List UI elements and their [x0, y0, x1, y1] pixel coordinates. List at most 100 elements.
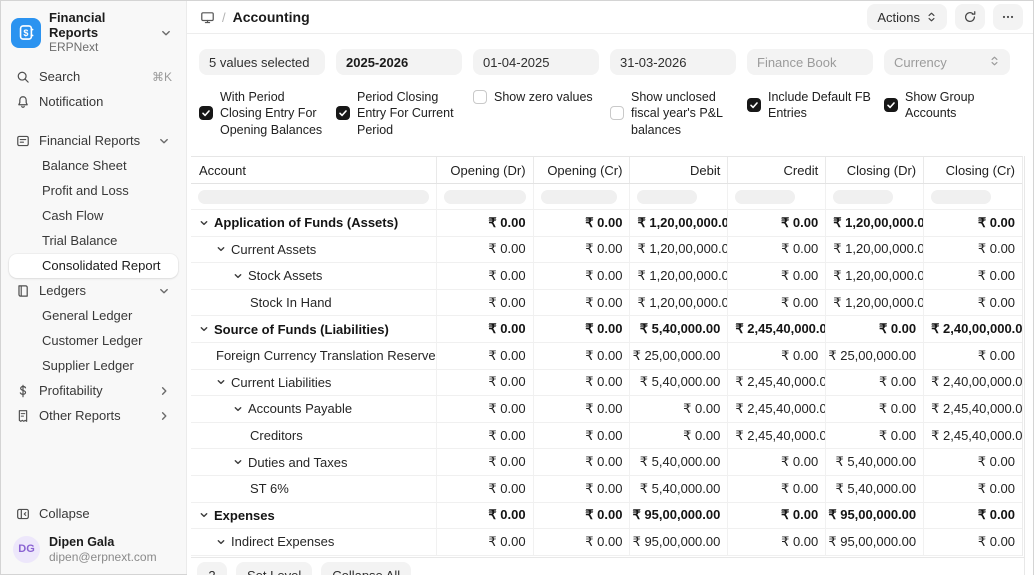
value-cell[interactable]: ₹ 95,00,000.00: [825, 502, 923, 529]
checkbox-with-period-closing-entry-for-opening-balances[interactable]: With Period Closing Entry For Opening Ba…: [199, 89, 325, 138]
value-cell[interactable]: ₹ 0.00: [825, 422, 923, 449]
value-cell[interactable]: ₹ 0.00: [629, 422, 727, 449]
value-cell[interactable]: ₹ 95,00,000.00: [629, 529, 727, 555]
value-cell[interactable]: ₹ 25,00,000.00: [629, 342, 727, 369]
value-cell[interactable]: ₹ 0.00: [923, 289, 1022, 316]
value-cell[interactable]: ₹ 5,40,000.00: [629, 369, 727, 396]
value-cell[interactable]: ₹ 0.00: [727, 236, 825, 263]
value-cell[interactable]: ₹ 1,20,00,000.0: [825, 210, 923, 236]
value-cell[interactable]: ₹ 2,40,00,000.0: [923, 369, 1022, 396]
table-row[interactable]: Current Assets ₹ 0.00 ₹ 0.00 ₹ 1,20,00,000.…: [191, 236, 1022, 264]
sidebar-item-balance-sheet[interactable]: Balance Sheet: [9, 154, 178, 178]
sidebar-item-general-ledger[interactable]: General Ledger: [9, 304, 178, 328]
column-header-account[interactable]: Account: [191, 157, 436, 183]
value-cell[interactable]: ₹ 0.00: [727, 529, 825, 555]
value-cell[interactable]: ₹ 0.00: [923, 342, 1022, 369]
value-cell[interactable]: ₹ 1,20,00,000.0: [825, 236, 923, 263]
value-cell[interactable]: ₹ 0.00: [435, 236, 533, 263]
checkbox-checked-icon[interactable]: [199, 106, 213, 121]
table-row[interactable]: Stock In Hand ₹ 0.00 ₹ 0.00 ₹ 1,20,00,000.0…: [191, 289, 1022, 317]
value-cell[interactable]: ₹ 0.00: [532, 210, 630, 236]
value-cell[interactable]: ₹ 0.00: [532, 289, 630, 316]
actions-button[interactable]: Actions: [867, 4, 947, 30]
checkbox-show-group-accounts[interactable]: Show Group Accounts: [884, 89, 1010, 122]
table-row[interactable]: Duties and Taxes ₹ 0.00 ₹ 0.00 ₹ 5,40,000.0…: [191, 449, 1022, 476]
account-cell[interactable]: ST 6%: [191, 476, 436, 502]
value-cell[interactable]: ₹ 0.00: [532, 396, 630, 422]
value-cell[interactable]: ₹ 0.00: [727, 263, 825, 289]
value-cell[interactable]: ₹ 0.00: [923, 475, 1022, 502]
value-cell[interactable]: ₹ 0.00: [825, 396, 923, 422]
filter-input-31-03-2026[interactable]: 31-03-2026: [610, 49, 736, 75]
value-cell[interactable]: ₹ 0.00: [435, 263, 533, 289]
value-cell[interactable]: ₹ 5,40,000.00: [825, 449, 923, 475]
value-cell[interactable]: ₹ 0.00: [923, 449, 1022, 475]
column-header-credit[interactable]: Credit: [727, 157, 825, 183]
row-expand-icon[interactable]: [199, 510, 214, 520]
sidebar-item-cash-flow[interactable]: Cash Flow: [9, 204, 178, 228]
column-header-opening-dr[interactable]: Opening (Dr): [435, 157, 533, 183]
sidebar-section-financial-reports[interactable]: Financial Reports: [9, 129, 178, 153]
value-cell[interactable]: ₹ 2,45,40,000.0: [923, 422, 1022, 449]
account-cell[interactable]: Indirect Expenses: [191, 529, 436, 555]
value-cell[interactable]: ₹ 0.00: [532, 263, 630, 289]
value-cell[interactable]: ₹ 0.00: [435, 396, 533, 422]
checkbox-checked-icon[interactable]: [336, 106, 350, 121]
value-cell[interactable]: ₹ 0.00: [532, 475, 630, 502]
value-cell[interactable]: ₹ 0.00: [435, 289, 533, 316]
sidebar-section-profitability[interactable]: Profitability: [9, 379, 178, 403]
account-cell[interactable]: Application of Funds (Assets): [191, 210, 436, 236]
value-cell[interactable]: ₹ 0.00: [532, 342, 630, 369]
value-cell[interactable]: ₹ 2,40,00,000.0: [923, 316, 1022, 342]
user-menu[interactable]: DG Dipen Gala dipen@erpnext.com: [9, 527, 178, 564]
value-cell[interactable]: ₹ 0.00: [727, 289, 825, 316]
collapse-all-button[interactable]: Collapse All: [321, 562, 412, 575]
value-cell[interactable]: ₹ 0.00: [435, 449, 533, 475]
sidebar-item-profit-and-loss[interactable]: Profit and Loss: [9, 179, 178, 203]
refresh-button[interactable]: [955, 4, 985, 30]
collapse-sidebar-button[interactable]: Collapse: [9, 501, 178, 527]
row-expand-icon[interactable]: [216, 377, 231, 387]
value-cell[interactable]: ₹ 0.00: [825, 316, 923, 342]
column-filter-input[interactable]: [540, 189, 617, 204]
value-cell[interactable]: ₹ 0.00: [532, 422, 630, 449]
table-row[interactable]: Accounts Payable ₹ 0.00 ₹ 0.00 ₹ 0.00 ₹ 2,45…: [191, 396, 1022, 423]
workspace-switcher[interactable]: $ Financial Reports ERPNext: [9, 9, 178, 65]
value-cell[interactable]: ₹ 2,45,40,000.0: [727, 316, 825, 342]
value-cell[interactable]: ₹ 0.00: [532, 316, 630, 342]
filter-input-2025-2026[interactable]: 2025-2026: [336, 49, 462, 75]
value-cell[interactable]: ₹ 95,00,000.00: [825, 529, 923, 555]
checkbox-period-closing-entry-for-current-period[interactable]: Period Closing Entry For Current Period: [336, 89, 462, 138]
value-cell[interactable]: ₹ 0.00: [435, 210, 533, 236]
filter-input-finance-book[interactable]: Finance Book: [747, 49, 873, 75]
value-cell[interactable]: ₹ 0.00: [435, 502, 533, 529]
monitor-icon[interactable]: [199, 10, 215, 25]
value-cell[interactable]: ₹ 0.00: [727, 449, 825, 475]
value-cell[interactable]: ₹ 1,20,00,000.0: [629, 263, 727, 289]
account-cell[interactable]: Accounts Payable: [191, 396, 436, 422]
account-cell[interactable]: Current Liabilities: [191, 370, 436, 396]
value-cell[interactable]: ₹ 0.00: [532, 502, 630, 529]
set-level-button[interactable]: Set Level: [236, 562, 313, 575]
row-expand-icon[interactable]: [216, 537, 231, 547]
row-expand-icon[interactable]: [233, 404, 248, 414]
more-menu-button[interactable]: [993, 4, 1023, 30]
sidebar-item-customer-ledger[interactable]: Customer Ledger: [9, 329, 178, 353]
table-row[interactable]: Indirect Expenses ₹ 0.00 ₹ 0.00 ₹ 95,00,000…: [191, 529, 1022, 556]
column-filter-input[interactable]: [931, 189, 992, 204]
sidebar-item-supplier-ledger[interactable]: Supplier Ledger: [9, 354, 178, 378]
value-cell[interactable]: ₹ 0.00: [532, 236, 630, 263]
account-cell[interactable]: Current Assets: [191, 237, 436, 263]
account-cell[interactable]: Source of Funds (Liabilities): [191, 316, 436, 342]
checkbox-checked-icon[interactable]: [884, 98, 898, 113]
row-expand-icon[interactable]: [199, 218, 214, 228]
value-cell[interactable]: ₹ 1,20,00,000.0: [825, 289, 923, 316]
column-filter-input[interactable]: [443, 189, 526, 204]
value-cell[interactable]: ₹ 0.00: [727, 502, 825, 529]
row-expand-icon[interactable]: [233, 457, 248, 467]
column-filter-input[interactable]: [637, 189, 698, 204]
value-cell[interactable]: ₹ 0.00: [727, 210, 825, 236]
checkbox-unchecked-icon[interactable]: [610, 106, 624, 121]
value-cell[interactable]: ₹ 0.00: [435, 422, 533, 449]
checkbox-checked-icon[interactable]: [747, 98, 761, 113]
